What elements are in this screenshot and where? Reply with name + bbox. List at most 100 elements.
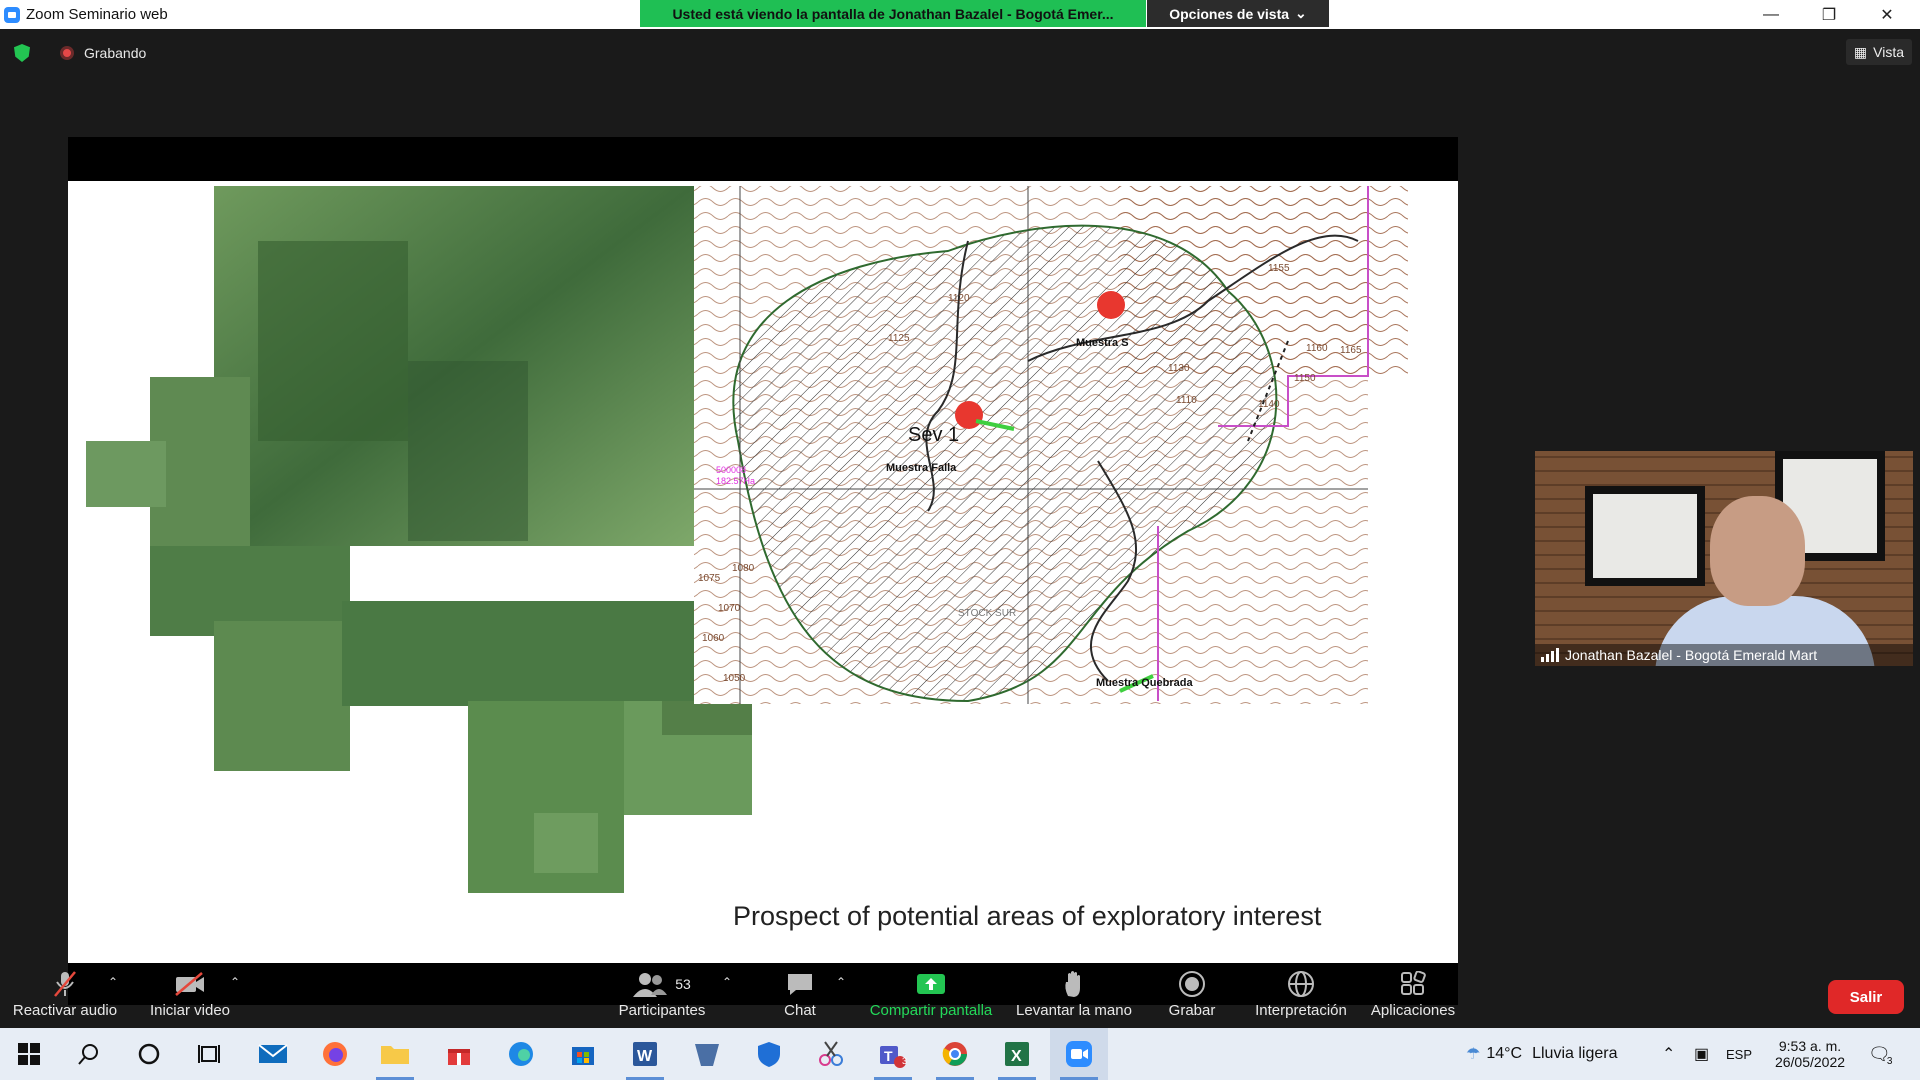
contour-label: 1130: [1168, 363, 1190, 374]
map-label-stock: STOCK SUR: [958, 608, 1016, 619]
start-button[interactable]: [0, 1028, 58, 1080]
slide-map: Sev 1 Muestra Falla Muestra S Muestra Qu…: [86, 186, 1408, 893]
window-title: Zoom Seminario web: [26, 6, 168, 23]
map-label-area: 182.57Ha: [716, 476, 755, 486]
taskbar-snip[interactable]: [802, 1028, 860, 1080]
search-button[interactable]: [60, 1028, 118, 1080]
grid-icon: ▦: [1853, 43, 1868, 60]
close-button[interactable]: ✕: [1858, 0, 1916, 29]
record-button[interactable]: Grabar: [1152, 960, 1232, 1028]
taskbar-chrome[interactable]: [926, 1028, 984, 1080]
taskbar-mail[interactable]: [244, 1028, 302, 1080]
contour-label: 1050: [723, 673, 746, 684]
raise-hand-button[interactable]: Levantar la mano: [1010, 960, 1138, 1028]
topographic-map: Sev 1 Muestra Falla Muestra S Muestra Qu…: [694, 186, 1408, 704]
close-icon: ✕: [1880, 6, 1894, 24]
video-tile[interactable]: Jonathan Bazalel - Bogotá Emerald Mart: [1535, 451, 1913, 666]
audio-options-caret[interactable]: ⌃: [108, 975, 118, 989]
taskbar-store[interactable]: [554, 1028, 612, 1080]
mail-icon: [258, 1044, 288, 1063]
contour-label: 1150: [1294, 373, 1316, 384]
map-label-muestra-falla: Muestra Falla: [886, 462, 957, 474]
map-pin: [1097, 291, 1125, 319]
taskbar-edge[interactable]: [492, 1028, 550, 1080]
chat-label: Chat: [784, 1001, 816, 1019]
chat-icon: [786, 970, 814, 998]
interpretation-button[interactable]: Interpretación: [1246, 960, 1356, 1028]
leave-button[interactable]: Salir: [1828, 980, 1904, 1014]
defender-shield-icon: [758, 1042, 780, 1067]
display-tray[interactable]: ▣: [1694, 1028, 1709, 1080]
taskbar-file-explorer[interactable]: [366, 1028, 424, 1080]
notifications-button[interactable]: 🗨 3: [1868, 1028, 1892, 1080]
cortana-icon: [138, 1043, 160, 1065]
participants-options-caret[interactable]: ⌃: [722, 975, 732, 989]
start-video-button[interactable]: Iniciar video: [140, 960, 240, 1028]
share-screen-button[interactable]: Compartir pantalla: [862, 960, 1000, 1028]
security-shield-icon[interactable]: [14, 44, 30, 62]
taskbar-teams[interactable]: T 3: [864, 1028, 922, 1080]
taskbar-firefox[interactable]: [306, 1028, 364, 1080]
title-bar: Zoom Seminario web Usted está viendo la …: [0, 0, 1920, 29]
show-hidden-icons[interactable]: ⌃: [1662, 1028, 1675, 1080]
contour-label: 1080: [732, 563, 755, 574]
minimize-button[interactable]: —: [1742, 0, 1800, 29]
taskbar-zoom[interactable]: [1050, 1028, 1108, 1080]
globe-icon: [1287, 970, 1315, 998]
excel-icon: X: [1005, 1042, 1029, 1066]
signal-icon: [1541, 648, 1559, 662]
chat-button[interactable]: Chat: [770, 960, 830, 1028]
share-screen-label: Compartir pantalla: [869, 1001, 993, 1019]
video-options-caret[interactable]: ⌃: [230, 975, 240, 989]
contour-label: 1125: [888, 333, 910, 344]
contour-label: 1155: [1268, 263, 1290, 274]
participants-button[interactable]: 53 Participantes: [612, 960, 712, 1028]
map-pin: [955, 401, 983, 429]
chrome-icon: [942, 1042, 967, 1066]
clock-date: 26/05/2022: [1774, 1054, 1846, 1070]
firefox-icon: [323, 1042, 347, 1066]
taskbar-word[interactable]: W: [616, 1028, 674, 1080]
participants-count: 53: [675, 975, 691, 992]
restore-button[interactable]: ❐: [1800, 0, 1858, 29]
contour-label: 1165: [1340, 345, 1362, 356]
edge-icon: [509, 1042, 533, 1066]
unmute-button[interactable]: Reactivar audio: [8, 960, 122, 1028]
weather-widget[interactable]: ☂ 14°C Lluvia ligera: [1466, 1028, 1617, 1080]
shared-screen: Sev 1 Muestra Falla Muestra S Muestra Qu…: [68, 137, 1458, 1005]
teams-badge: 3: [902, 1056, 908, 1066]
chevron-down-icon: ⌄: [1295, 5, 1307, 21]
share-banner: Usted está viendo la pantalla de Jonatha…: [640, 0, 1146, 27]
windows-icon: [18, 1043, 40, 1065]
apps-button[interactable]: Aplicaciones: [1368, 960, 1458, 1028]
taskbar-defender[interactable]: [740, 1028, 798, 1080]
zoom-app-icon: [4, 6, 20, 23]
windows-taskbar: W T 3 X ☂ 14°C Lluvia ligera ⌃ ▣ ESP 9:5…: [0, 1028, 1920, 1080]
clock[interactable]: 9:53 a. m. 26/05/2022: [1770, 1028, 1850, 1080]
recording-label: Grabando: [84, 45, 147, 61]
recording-icon: [60, 46, 74, 60]
svg-text:X: X: [1011, 1048, 1022, 1065]
language-indicator[interactable]: ESP: [1726, 1028, 1752, 1080]
clock-time: 9:53 a. m.: [1778, 1038, 1842, 1054]
taskbar-app[interactable]: [678, 1028, 736, 1080]
muted-mic-icon: [53, 970, 77, 998]
video-off-icon: [174, 970, 206, 998]
view-button[interactable]: ▦ Vista: [1845, 39, 1912, 65]
taskbar-excel[interactable]: X: [988, 1028, 1046, 1080]
share-status: Usted está viendo la pantalla de Jonatha…: [640, 0, 1146, 27]
raise-hand-icon: [1062, 970, 1086, 998]
weather-condition: Lluvia ligera: [1532, 1045, 1618, 1062]
chevron-up-icon: ⌃: [1662, 1046, 1676, 1063]
taskbar-gift-app[interactable]: [430, 1028, 488, 1080]
participant-name: Jonathan Bazalel - Bogotá Emerald Mart: [1565, 647, 1818, 663]
rain-icon: ☂: [1466, 1046, 1481, 1063]
contour-label: 1120: [948, 293, 970, 304]
chat-options-caret[interactable]: ⌃: [836, 975, 846, 989]
cortana-button[interactable]: [120, 1028, 178, 1080]
gift-icon: [448, 1049, 470, 1065]
meeting-area: Grabando ▦ Vista Sev 1 Muestra Falla Mue…: [0, 29, 1920, 1028]
task-view-button[interactable]: [180, 1028, 238, 1080]
view-options-button[interactable]: Opciones de vista ⌄: [1147, 0, 1329, 27]
satellite-imagery: [86, 186, 752, 893]
